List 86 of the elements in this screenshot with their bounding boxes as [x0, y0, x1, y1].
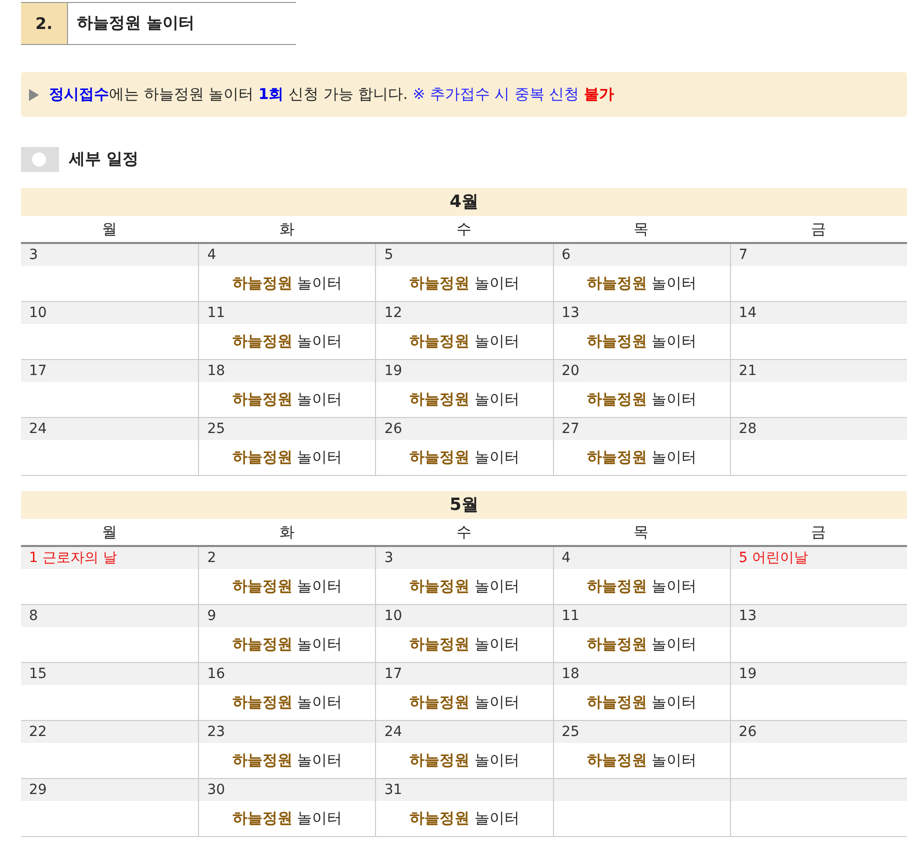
event-label: 하늘정원 놀이터: [232, 448, 342, 467]
weekday-header: 화: [278, 522, 296, 543]
weekday-header: 목: [632, 522, 650, 543]
day-number: 12: [376, 302, 553, 324]
day-number: 6: [554, 244, 730, 266]
day-number: 26: [376, 418, 553, 440]
day-number: 2: [199, 547, 376, 569]
weekday-header: 수: [455, 522, 472, 543]
event-label: 하늘정원 놀이터: [410, 693, 520, 712]
day-number: 14: [730, 302, 907, 324]
month-title: 4월: [21, 188, 907, 216]
day-number: 25: [554, 721, 730, 743]
event-label: 하늘정원 놀이터: [586, 577, 697, 596]
day-number: 31: [376, 779, 553, 801]
bullet-icon: [29, 88, 39, 100]
day-number: 16: [199, 663, 376, 685]
event-label: 하늘정원 놀이터: [410, 390, 520, 409]
weekday-header: 월: [101, 219, 118, 240]
event-label: 하늘정원 놀이터: [586, 693, 697, 712]
event-label: 하늘정원 놀이터: [410, 448, 520, 467]
weekday-header: 수: [455, 219, 472, 240]
day-number: 22: [21, 721, 198, 743]
event-label: 하늘정원 놀이터: [586, 332, 697, 351]
notice-text: 정시접수에는 하늘정원 놀이터 1회 신청 가능 합니다. ※ 추가접수 시 중복 신청 불가: [49, 85, 614, 104]
weekday-header: 금: [810, 522, 827, 543]
day-number: 23: [199, 721, 376, 743]
event-label: 하늘정원 놀이터: [232, 332, 342, 351]
event-label: 하늘정원 놀이터: [232, 274, 342, 293]
subheading: 세부 일정: [69, 149, 139, 170]
weekday-header: 목: [632, 219, 650, 240]
event-label: 하늘정원 놀이터: [410, 751, 520, 770]
day-number: 11: [554, 605, 730, 627]
event-label: 하늘정원 놀이터: [232, 577, 342, 596]
day-number: 19: [376, 360, 553, 382]
day-number: 9: [199, 605, 376, 627]
event-label: 하늘정원 놀이터: [232, 809, 342, 828]
day-number: 4: [199, 244, 376, 266]
event-label: 하늘정원 놀이터: [586, 390, 697, 409]
day-number: 13: [730, 605, 907, 627]
day-number: 8: [21, 605, 198, 627]
day-number: 11: [199, 302, 376, 324]
day-number: 3: [376, 547, 553, 569]
day-number: 20: [554, 360, 730, 382]
weekday-header: 월: [101, 522, 118, 543]
event-label: 하늘정원 놀이터: [586, 751, 697, 770]
day-number: 13: [554, 302, 730, 324]
event-label: 하늘정원 놀이터: [410, 274, 520, 293]
day-number: 24: [376, 721, 553, 743]
section-title: 하늘정원 놀이터: [76, 12, 195, 34]
event-label: 하늘정원 놀이터: [410, 635, 520, 654]
day-number: 10: [21, 302, 198, 324]
event-label: 하늘정원 놀이터: [232, 751, 342, 770]
day-number: 17: [376, 663, 553, 685]
day-number: 30: [199, 779, 376, 801]
event-label: 하늘정원 놀이터: [586, 448, 697, 467]
day-number: 18: [554, 663, 730, 685]
section-number: 2.: [21, 3, 68, 44]
weekday-header: 화: [278, 219, 296, 240]
event-label: 하늘정원 놀이터: [410, 332, 520, 351]
day-number: 4: [554, 547, 730, 569]
day-number: 28: [730, 418, 907, 440]
day-number: 24: [21, 418, 198, 440]
day-number: 15: [21, 663, 198, 685]
day-number: 10: [376, 605, 553, 627]
day-number: 5 어린이날: [730, 547, 907, 569]
weekday-header: 금: [810, 219, 827, 240]
day-number: 3: [21, 244, 198, 266]
event-label: 하늘정원 놀이터: [232, 693, 342, 712]
day-number: 29: [21, 779, 198, 801]
event-label: 하늘정원 놀이터: [232, 635, 342, 654]
month-title: 5월: [21, 491, 907, 519]
event-label: 하늘정원 놀이터: [586, 635, 697, 654]
day-number: 27: [554, 418, 730, 440]
event-label: 하늘정원 놀이터: [232, 390, 342, 409]
day-number: 26: [730, 721, 907, 743]
event-label: 하늘정원 놀이터: [410, 809, 520, 828]
day-number: 18: [199, 360, 376, 382]
event-label: 하늘정원 놀이터: [410, 577, 520, 596]
day-number: 21: [730, 360, 907, 382]
day-number: 1 근로자의 날: [21, 547, 198, 569]
day-number: 17: [21, 360, 198, 382]
day-number: 25: [199, 418, 376, 440]
day-number: 19: [730, 663, 907, 685]
event-label: 하늘정원 놀이터: [586, 274, 697, 293]
day-number: 7: [730, 244, 907, 266]
day-number: 5: [376, 244, 553, 266]
